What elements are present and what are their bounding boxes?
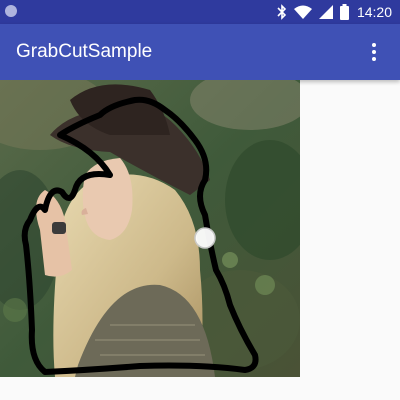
signal-icon bbox=[318, 5, 333, 19]
notification-dot-icon bbox=[5, 5, 17, 17]
battery-icon bbox=[339, 4, 349, 20]
app-title: GrabCutSample bbox=[16, 41, 153, 62]
status-bar: 14:20 bbox=[0, 0, 400, 24]
wifi-icon bbox=[293, 5, 312, 19]
status-icons: 14:20 bbox=[270, 3, 392, 21]
touch-indicator bbox=[194, 227, 216, 249]
status-clock: 14:20 bbox=[356, 4, 392, 20]
bluetooth-icon bbox=[277, 4, 287, 20]
image-canvas[interactable] bbox=[0, 80, 300, 377]
app-bar: GrabCutSample bbox=[0, 24, 400, 80]
overflow-menu-icon[interactable] bbox=[358, 36, 390, 68]
